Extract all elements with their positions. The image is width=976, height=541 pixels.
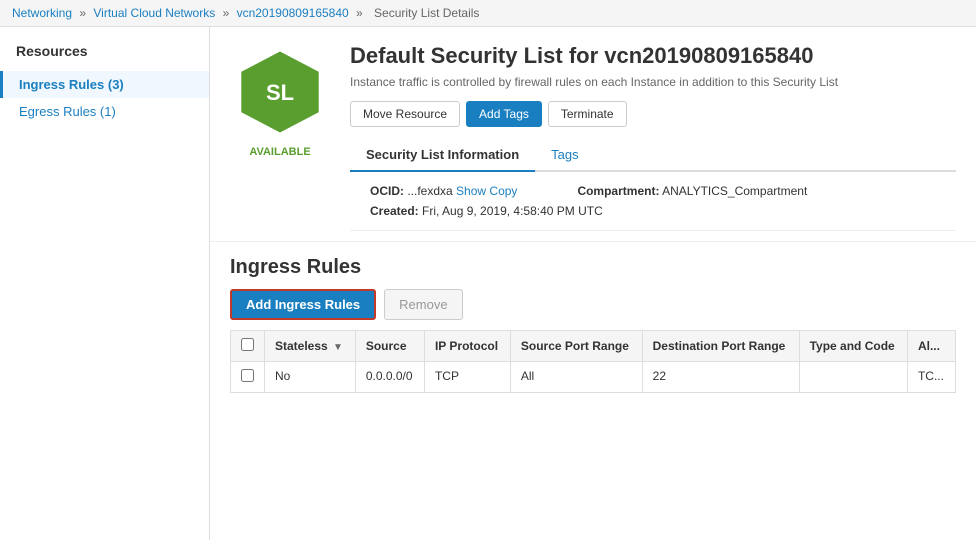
- info-row-2: Created: Fri, Aug 9, 2019, 4:58:40 PM UT…: [370, 204, 936, 218]
- col-source: Source: [355, 331, 424, 362]
- breadcrumb: Networking » Virtual Cloud Networks » vc…: [0, 0, 976, 27]
- col-type-and-code: Type and Code: [799, 331, 907, 362]
- row-checkbox[interactable]: [241, 369, 254, 382]
- compartment-item: Compartment: ANALYTICS_Compartment: [577, 184, 807, 198]
- created-value: Fri, Aug 9, 2019, 4:58:40 PM UTC: [422, 204, 603, 218]
- tabs-bar: Security List Information Tags: [350, 139, 956, 172]
- table-row: No 0.0.0.0/0 TCP All 22 TC...: [231, 362, 956, 393]
- hex-initials: SL: [266, 80, 294, 106]
- tab-security-list-info[interactable]: Security List Information: [350, 139, 535, 172]
- col-stateless: Stateless ▼: [265, 331, 356, 362]
- sidebar-item-ingress[interactable]: Ingress Rules (3): [0, 71, 209, 98]
- compartment-label: Compartment:: [577, 184, 659, 198]
- row-allow: TC...: [907, 362, 955, 393]
- action-buttons: Move Resource Add Tags Terminate: [350, 101, 956, 127]
- breadcrumb-current: Security List Details: [374, 6, 479, 20]
- resource-title: Default Security List for vcn20190809165…: [350, 43, 956, 69]
- select-all-checkbox[interactable]: [241, 338, 254, 351]
- resource-icon: SL AVAILABLE: [230, 47, 330, 157]
- row-stateless: No: [265, 362, 356, 393]
- ingress-rules-table: Stateless ▼ Source IP Protocol Source Po…: [230, 330, 956, 393]
- col-ip-protocol: IP Protocol: [424, 331, 510, 362]
- add-ingress-rules-button[interactable]: Add Ingress Rules: [230, 289, 376, 320]
- remove-button[interactable]: Remove: [384, 289, 462, 320]
- col-checkbox: [231, 331, 265, 362]
- tab-tags[interactable]: Tags: [535, 139, 594, 172]
- content-area: SL AVAILABLE Default Security List for v…: [210, 27, 976, 540]
- add-tags-button[interactable]: Add Tags: [466, 101, 542, 127]
- resource-info: Default Security List for vcn20190809165…: [350, 43, 956, 231]
- terminate-button[interactable]: Terminate: [548, 101, 627, 127]
- row-source: 0.0.0.0/0: [355, 362, 424, 393]
- ingress-section-title: Ingress Rules: [230, 256, 956, 279]
- sidebar-item-egress[interactable]: Egress Rules (1): [0, 98, 209, 125]
- stateless-sort-icon[interactable]: ▼: [333, 342, 343, 353]
- ocid-value: ...fexdxa: [407, 184, 452, 198]
- col-allow: Al...: [907, 331, 955, 362]
- row-destination-port-range: 22: [642, 362, 799, 393]
- row-ip-protocol: TCP: [424, 362, 510, 393]
- sidebar-title: Resources: [0, 43, 209, 71]
- breadcrumb-networking[interactable]: Networking: [12, 6, 72, 20]
- sidebar: Resources Ingress Rules (3) Egress Rules…: [0, 27, 210, 540]
- ocid-show-link[interactable]: Show: [456, 184, 486, 198]
- col-source-port-range: Source Port Range: [510, 331, 642, 362]
- created-item: Created: Fri, Aug 9, 2019, 4:58:40 PM UT…: [370, 204, 603, 218]
- rules-actions: Add Ingress Rules Remove: [230, 289, 956, 320]
- ocid-item: OCID: ...fexdxa Show Copy: [370, 184, 517, 198]
- row-source-port-range: All: [510, 362, 642, 393]
- col-destination-port-range: Destination Port Range: [642, 331, 799, 362]
- ingress-section: Ingress Rules Add Ingress Rules Remove S…: [210, 242, 976, 393]
- ocid-copy-link[interactable]: Copy: [489, 184, 517, 198]
- breadcrumb-vcn-id[interactable]: vcn20190809165840: [237, 6, 349, 20]
- info-section: OCID: ...fexdxa Show Copy Compartment: A…: [350, 172, 956, 231]
- resource-status: AVAILABLE: [249, 146, 310, 158]
- header-section: SL AVAILABLE Default Security List for v…: [210, 27, 976, 242]
- row-type-and-code: [799, 362, 907, 393]
- compartment-value: ANALYTICS_Compartment: [662, 184, 807, 198]
- row-checkbox-cell: [231, 362, 265, 393]
- breadcrumb-vcn[interactable]: Virtual Cloud Networks: [93, 6, 215, 20]
- resource-subtitle: Instance traffic is controlled by firewa…: [350, 75, 956, 89]
- ocid-label: OCID:: [370, 184, 404, 198]
- created-label: Created:: [370, 204, 419, 218]
- move-resource-button[interactable]: Move Resource: [350, 101, 460, 127]
- info-row-1: OCID: ...fexdxa Show Copy Compartment: A…: [370, 184, 936, 198]
